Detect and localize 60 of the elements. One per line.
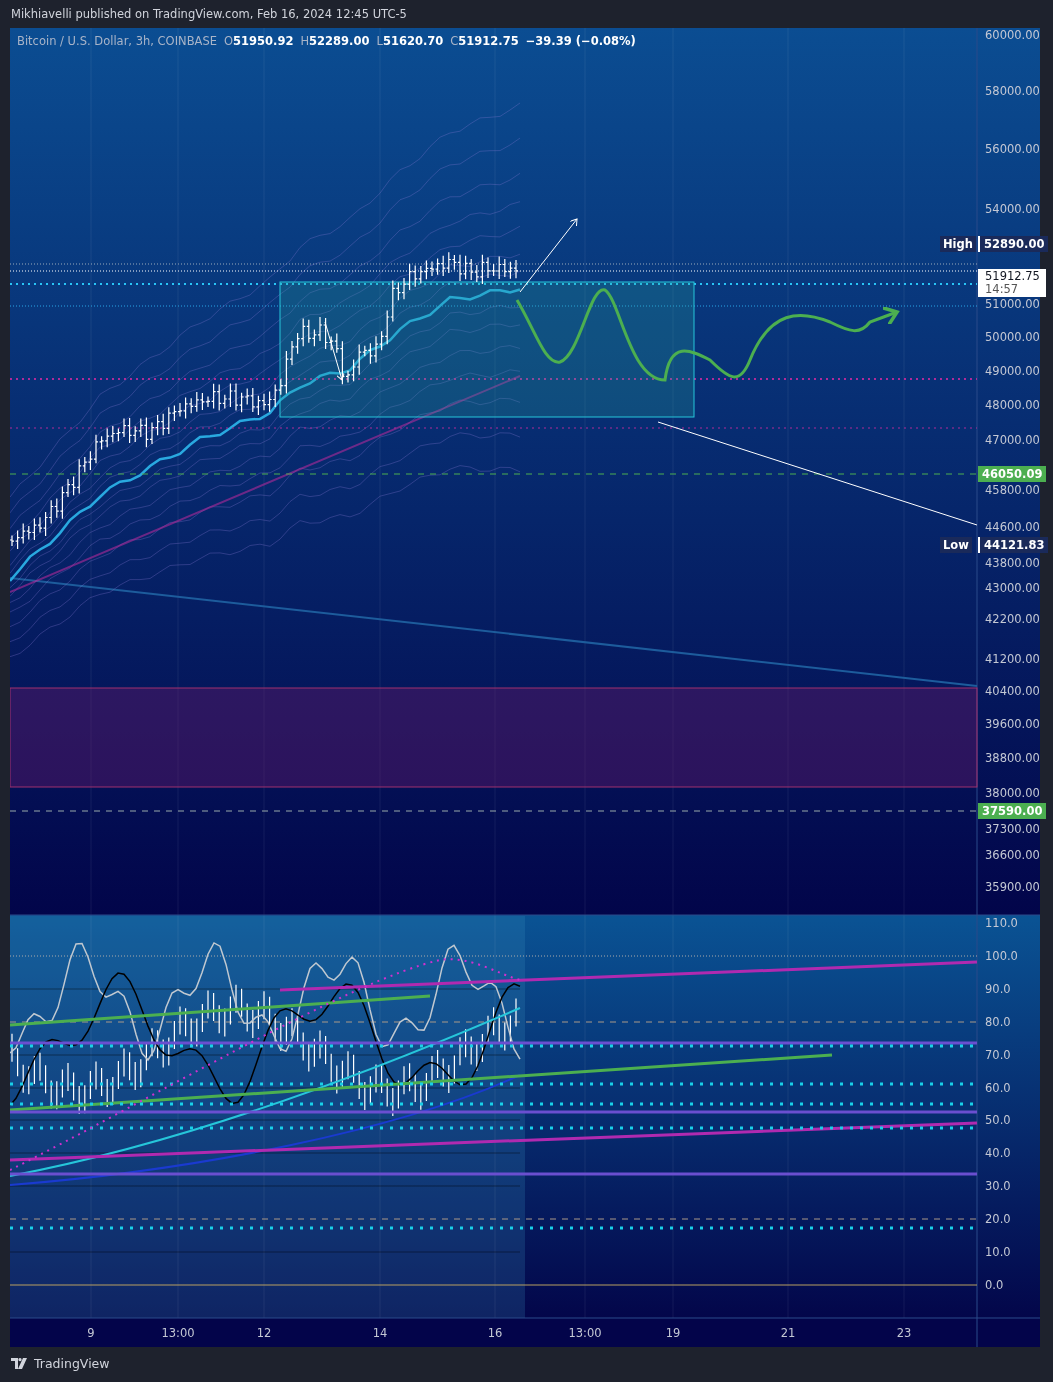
oscillator-axis-label: 50.0 (985, 1113, 1011, 1128)
price-axis-label: 54000.00 (985, 202, 1040, 216)
time-axis-label: 12 (256, 1326, 272, 1340)
oscillator-axis-label: 110.0 (985, 916, 1018, 930)
price-tag: 46050.09 (978, 466, 1047, 482)
ohlc-value: C51912.75 (450, 34, 519, 48)
price-change: −39.39 (−0.08%) (525, 34, 636, 48)
ohlc-value: H52289.00 (300, 34, 370, 48)
price-axis-label: 45800.00 (985, 483, 1040, 497)
price-axis-label: 39600.00 (985, 717, 1040, 731)
price-axis-label: 51000.00 (985, 297, 1040, 311)
oscillator-axis-label: 40.0 (985, 1146, 1011, 1161)
price-axis-label: 60000.00 (985, 28, 1040, 42)
arrow-line (324, 321, 345, 381)
price-axis-label: 35900.00 (985, 880, 1040, 894)
last-price-tag: 51912.75 14:57 (978, 269, 1046, 297)
price-axis-label: 36600.00 (985, 848, 1040, 862)
price-axis-label: 47000.00 (985, 433, 1040, 447)
logo-icon (11, 1358, 29, 1369)
oscillator-axis-label: 100.0 (985, 948, 1018, 963)
oscillator-axis-label: 70.0 (985, 1047, 1011, 1062)
symbol-title: Bitcoin / U.S. Dollar, 3h, COINBASE (17, 34, 217, 48)
price-axis-label: 40400.00 (985, 684, 1040, 698)
price-axis-label: 43000.00 (985, 581, 1040, 595)
price-axis-label: 38000.00 (985, 786, 1040, 800)
brand-name: TradingView (34, 1356, 110, 1371)
publish-info: Mikhiavelli published on TradingView.com, Feb 16, 2024 12:45 UTC-5 (10, 6, 408, 23)
extreme-label: Low (940, 537, 972, 553)
price-axis-label: 56000.00 (985, 142, 1040, 156)
time-axis-label: 14 (372, 1326, 388, 1340)
time-axis-label: 23 (896, 1326, 912, 1340)
time-axis-label: 13:00 (161, 1326, 195, 1340)
price-tag: 52890.00 (978, 236, 1049, 252)
price-axis-label: 49000.00 (985, 364, 1040, 378)
price-axis-label: 43800.00 (985, 556, 1040, 570)
oscillator-axis-label: 80.0 (985, 1014, 1011, 1029)
oscillator-axis-label: 90.0 (985, 981, 1011, 996)
oscillator-axis-label: 10.0 (985, 1245, 1011, 1259)
time-axis-label: 13:00 (568, 1326, 602, 1340)
oscillator-axis-label: 30.0 (985, 1179, 1011, 1194)
price-axis-label: 42200.00 (985, 612, 1040, 626)
time-axis-label: 9 (87, 1326, 95, 1340)
price-axis-label: 41200.00 (985, 652, 1040, 666)
price-axis-label: 50000.00 (985, 330, 1040, 344)
price-axis-label: 44600.00 (985, 520, 1040, 534)
extreme-label: High (940, 236, 976, 252)
oscillator-axis-label: 0.0 (985, 1277, 1004, 1292)
time-axis-label: 16 (487, 1326, 503, 1340)
oscillator-axis-label: 20.0 (985, 1212, 1011, 1227)
oscillator-axis-label: 60.0 (985, 1080, 1011, 1095)
price-tag: 44121.83 (978, 537, 1049, 553)
time-axis-label: 19 (665, 1326, 681, 1340)
price-axis-label: 48000.00 (985, 398, 1040, 412)
ohlc-value: O51950.92 (224, 34, 294, 48)
price-tag: 37590.00 (978, 803, 1047, 819)
price-axis-label: 58000.00 (985, 84, 1040, 98)
price-axis-label: 37300.00 (985, 822, 1040, 836)
ohlc-value: L51620.70 (376, 34, 444, 48)
price-axis-label: 38800.00 (985, 751, 1040, 765)
time-axis-label: 21 (780, 1326, 796, 1340)
